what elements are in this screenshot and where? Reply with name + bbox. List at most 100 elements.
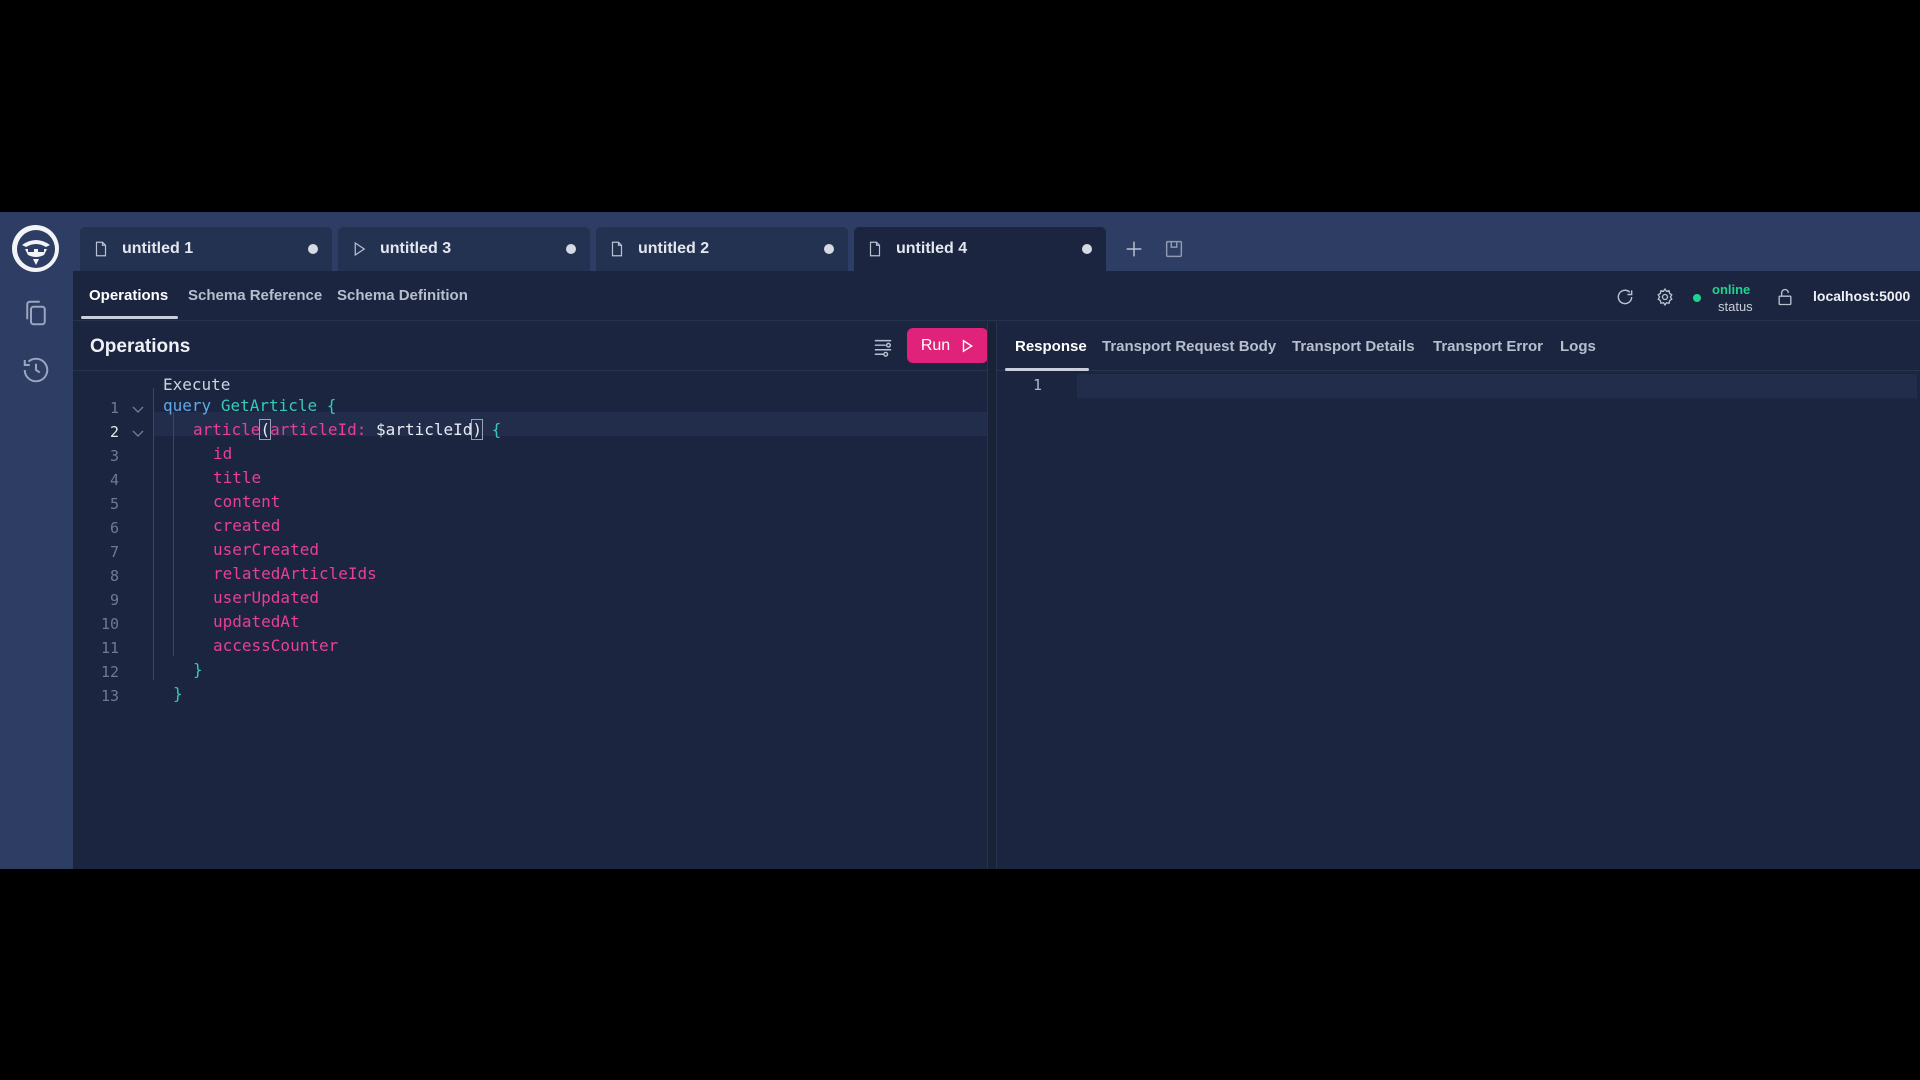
- tab-label: untitled 4: [896, 240, 968, 257]
- altair-app: untitled 1 untitled 3 untitled 2 untitle…: [0, 212, 1920, 869]
- line-number: 6: [109, 519, 119, 537]
- argument-token: articleId:: [270, 420, 367, 439]
- side-rail: [0, 212, 73, 869]
- fold-chevron-icon[interactable]: [131, 426, 145, 440]
- prettify-button[interactable]: [871, 336, 895, 358]
- file-icon: [92, 240, 110, 258]
- line-number: 8: [109, 567, 119, 585]
- tab-label: untitled 2: [638, 240, 710, 257]
- line-number: 11: [100, 639, 119, 657]
- indent-guide: [153, 388, 154, 680]
- field-token: id: [213, 444, 233, 463]
- brace-token: {: [491, 420, 502, 439]
- unsaved-dot-icon[interactable]: [824, 244, 834, 254]
- line-number: 2: [109, 423, 119, 441]
- field-token: accessCounter: [213, 636, 339, 655]
- line-number: 9: [109, 591, 119, 609]
- operations-header: Operations Run: [73, 322, 988, 371]
- tab-logs[interactable]: Logs: [1560, 338, 1596, 355]
- field-token: relatedArticleIds: [213, 564, 377, 583]
- plus-icon: [1126, 241, 1142, 257]
- line-number: 12: [100, 663, 119, 681]
- file-icon: [866, 240, 884, 258]
- unsaved-dot-icon[interactable]: [308, 244, 318, 254]
- tab-transport-details[interactable]: Transport Details: [1292, 338, 1415, 355]
- tab-schema-definition[interactable]: Schema Definition: [337, 287, 468, 304]
- code-line: article(articleId: $articleId) {: [193, 419, 502, 444]
- collections-button[interactable]: [14, 291, 58, 335]
- active-tab-indicator: [81, 316, 178, 319]
- query-editor[interactable]: Execute 1 2 3 4 5 6 7 8 9 10 11 12 13 qu…: [73, 372, 995, 869]
- field-token: article: [193, 420, 261, 439]
- play-icon: [962, 338, 974, 353]
- window-tab-strip: untitled 1 untitled 3 untitled 2 untitle…: [73, 212, 1920, 271]
- status-indicator-icon: [1693, 294, 1701, 302]
- play-icon: [350, 240, 368, 258]
- line-number: 13: [100, 687, 119, 705]
- field-token: userUpdated: [213, 588, 319, 607]
- line-number: 3: [109, 447, 119, 465]
- history-icon: [23, 357, 49, 383]
- active-tab-indicator: [1005, 368, 1089, 371]
- tab-schema-reference[interactable]: Schema Reference: [188, 287, 322, 304]
- tab-layout-button[interactable]: [1161, 236, 1187, 262]
- line-number: 4: [109, 471, 119, 489]
- tab-label: untitled 1: [122, 240, 194, 257]
- operation-name-token: GetArticle: [220, 396, 318, 415]
- response-viewer[interactable]: 1: [997, 372, 1920, 869]
- add-tab-button[interactable]: [1121, 236, 1147, 262]
- brace-token: }: [173, 684, 183, 703]
- line-number: 7: [109, 543, 119, 561]
- refresh-icon: [1617, 289, 1633, 305]
- tab-label: untitled 3: [380, 240, 452, 257]
- tab-transport-request-body[interactable]: Transport Request Body: [1102, 338, 1276, 355]
- field-token: updatedAt: [213, 612, 300, 631]
- format-lines-icon: [874, 339, 892, 357]
- keyword-token: query: [163, 396, 212, 415]
- unsaved-dot-icon[interactable]: [1082, 244, 1092, 254]
- operations-title: Operations: [90, 336, 191, 357]
- execute-codelens[interactable]: Execute: [163, 375, 230, 394]
- settings-button[interactable]: [1653, 285, 1677, 309]
- brace-token: {: [326, 396, 337, 415]
- field-token: userCreated: [213, 540, 319, 559]
- line-number: 5: [109, 495, 119, 513]
- gear-icon: [1657, 287, 1673, 307]
- response-tabs: Response Transport Request Body Transpor…: [997, 322, 1920, 371]
- tab-response[interactable]: Response: [1015, 338, 1087, 355]
- tab-transport-error[interactable]: Transport Error: [1433, 338, 1543, 355]
- code-line: query GetArticle {: [163, 396, 336, 420]
- lock-icon: [1778, 288, 1792, 306]
- field-token: content: [213, 492, 281, 511]
- paren-token: (: [259, 419, 272, 440]
- app-logo[interactable]: [12, 225, 59, 272]
- unsaved-dot-icon[interactable]: [566, 244, 576, 254]
- run-query-button[interactable]: Run: [907, 328, 988, 363]
- window-tab-untitled-3[interactable]: untitled 3: [338, 227, 590, 271]
- line-number: 10: [100, 615, 119, 633]
- window-icon: [1165, 240, 1183, 258]
- connection-status-label: status: [1718, 299, 1753, 314]
- endpoint-lock-button[interactable]: [1773, 285, 1797, 309]
- history-button[interactable]: [14, 348, 58, 392]
- brace-token: }: [193, 660, 203, 679]
- line-number: 1: [1033, 376, 1043, 394]
- run-button-label: Run: [920, 336, 951, 354]
- window-tab-untitled-1[interactable]: untitled 1: [80, 227, 332, 271]
- reload-schema-button[interactable]: [1613, 285, 1637, 309]
- window-tab-untitled-2[interactable]: untitled 2: [596, 227, 848, 271]
- field-token: title: [213, 468, 262, 487]
- line-number: 1: [109, 399, 119, 417]
- top-navigation: Operations Schema Reference Schema Defin…: [73, 271, 1920, 321]
- connection-status: online: [1712, 282, 1751, 297]
- endpoint-url[interactable]: localhost:5000: [1813, 288, 1910, 304]
- indent-guide: [173, 412, 174, 656]
- window-tab-untitled-4[interactable]: untitled 4: [854, 227, 1106, 271]
- paren-token: ): [471, 419, 483, 440]
- fold-chevron-icon[interactable]: [131, 402, 145, 416]
- pane-resize-handle[interactable]: [987, 322, 997, 869]
- logo-icon: [16, 229, 55, 268]
- field-token: created: [213, 516, 281, 535]
- tab-operations[interactable]: Operations: [89, 287, 168, 304]
- current-line-highlight: [1077, 374, 1917, 398]
